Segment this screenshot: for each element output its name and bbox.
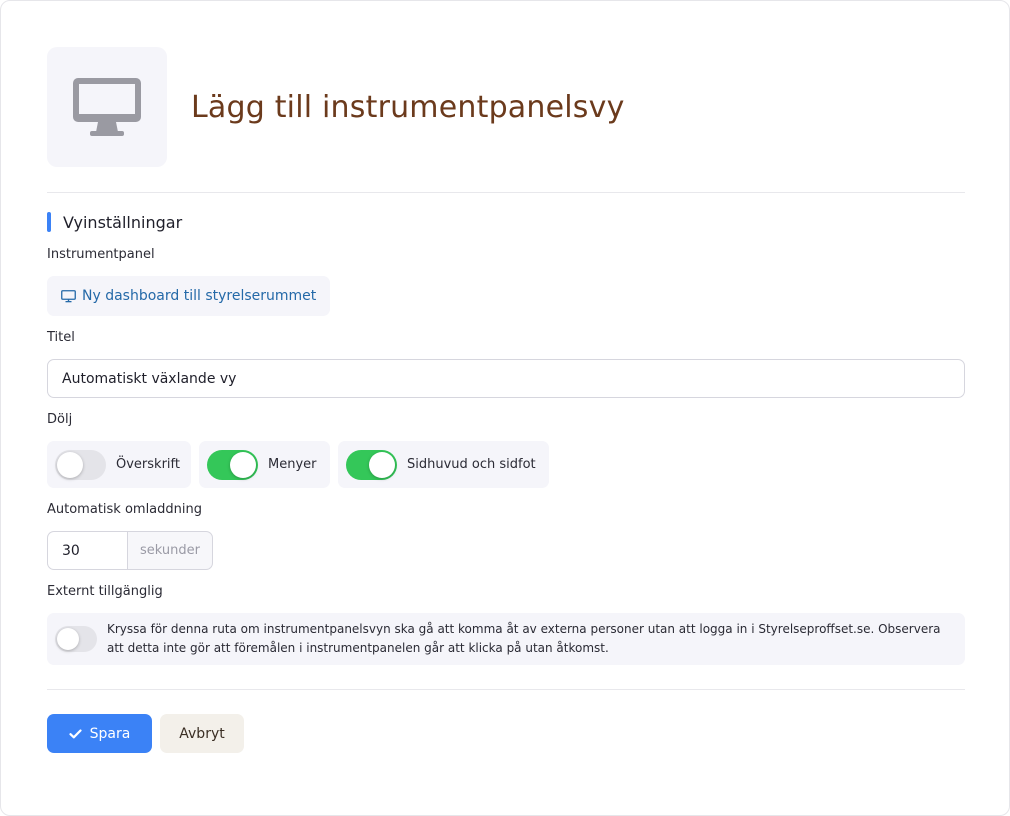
- switch-knob: [57, 628, 79, 650]
- footer-divider: [47, 689, 965, 690]
- switch-knob: [230, 451, 256, 478]
- header-icon-tile: [47, 47, 167, 167]
- toggle-heading[interactable]: Överskrift: [47, 441, 191, 488]
- cancel-button[interactable]: Avbryt: [160, 714, 244, 753]
- monitor-icon: [73, 78, 141, 136]
- external-access-box: Kryssa för denna ruta om instrumentpanel…: [47, 613, 965, 665]
- toggle-heading-label: Överskrift: [116, 457, 180, 472]
- menus-switch[interactable]: [207, 449, 258, 480]
- section-title: Vyinställningar: [63, 212, 183, 232]
- reload-seconds-input[interactable]: [47, 531, 127, 570]
- reload-unit-addon: sekunder: [127, 531, 213, 570]
- external-description: Kryssa för denna ruta om instrumentpanel…: [107, 622, 941, 655]
- save-button[interactable]: Spara: [47, 714, 152, 753]
- check-icon: [69, 728, 82, 738]
- switch-knob: [57, 451, 83, 478]
- title-label: Titel: [47, 330, 75, 345]
- section-header: Vyinställningar: [47, 212, 182, 232]
- toggle-menus-label: Menyer: [268, 457, 317, 472]
- dialog-card: Lägg till instrumentpanelsvy Vyinställni…: [0, 0, 1010, 816]
- header-footer-switch[interactable]: [346, 449, 397, 480]
- switch-knob: [369, 451, 395, 478]
- section-accent-bar: [47, 212, 51, 232]
- page-header: Lägg till instrumentpanelsvy: [47, 47, 625, 167]
- monitor-icon: [61, 289, 76, 302]
- title-input[interactable]: [47, 359, 965, 398]
- reload-label: Automatisk omladdning: [47, 502, 202, 517]
- page-title: Lägg till instrumentpanelsvy: [191, 89, 625, 125]
- toggle-header-footer[interactable]: Sidhuvud och sidfot: [338, 441, 549, 488]
- external-switch[interactable]: [55, 626, 97, 652]
- external-label: Externt tillgänglig: [47, 584, 163, 599]
- save-button-label: Spara: [89, 725, 131, 742]
- header-divider: [47, 192, 965, 193]
- dashboard-link-label: Ny dashboard till styrelserummet: [82, 288, 317, 304]
- toggle-menus[interactable]: Menyer: [199, 441, 330, 488]
- heading-switch[interactable]: [55, 449, 106, 480]
- dashboard-link[interactable]: Ny dashboard till styrelserummet: [47, 276, 331, 316]
- dashboard-label: Instrumentpanel: [47, 247, 155, 262]
- toggle-header-footer-label: Sidhuvud och sidfot: [407, 457, 536, 472]
- hide-label: Dölj: [47, 412, 73, 427]
- reload-input-group: sekunder: [47, 531, 213, 570]
